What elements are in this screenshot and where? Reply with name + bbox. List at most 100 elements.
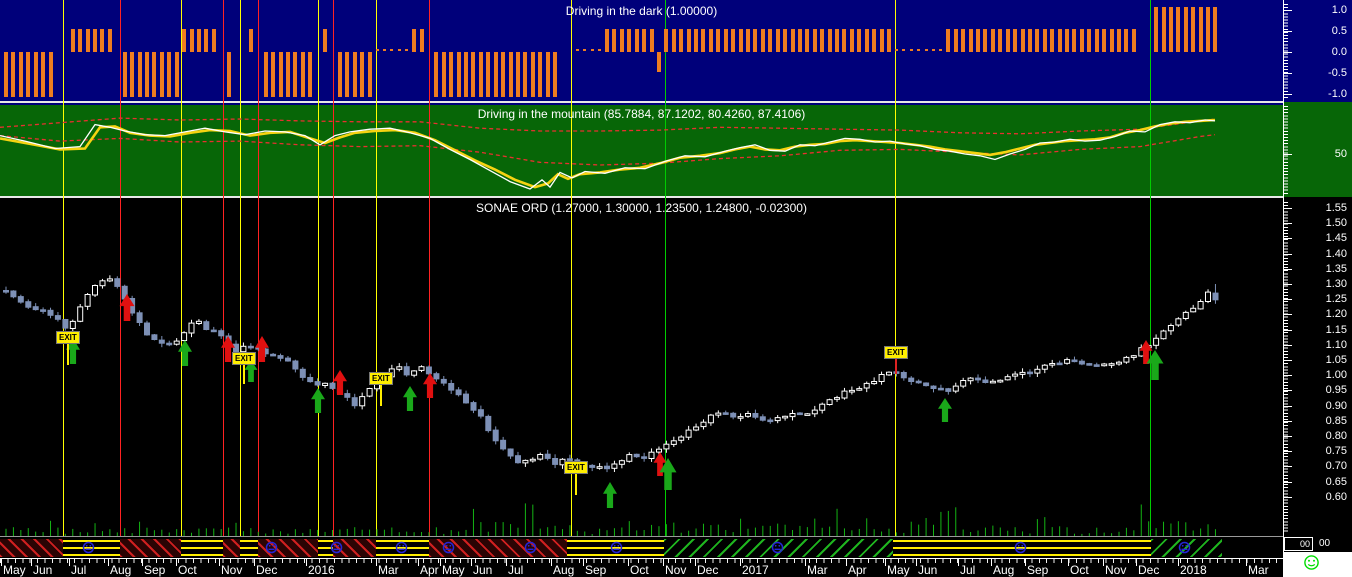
axis-major-tick: [1283, 238, 1292, 239]
candle-body: [17, 296, 24, 303]
candle-body: [62, 319, 69, 329]
axis-tick-label: 1.50: [1325, 217, 1347, 229]
candle-body: [529, 458, 536, 462]
histogram-bar: [679, 29, 684, 52]
month-label: May: [442, 563, 465, 577]
histogram-bar: [204, 29, 209, 52]
histogram-bar: [998, 29, 1003, 52]
histogram-bar: [790, 29, 795, 52]
histogram-bar: [360, 52, 365, 97]
axis-tick-label: 1.55: [1325, 202, 1347, 214]
candle-body: [158, 339, 165, 344]
candle-body: [344, 393, 351, 398]
candle-body: [1108, 363, 1115, 366]
candle-body: [871, 381, 878, 385]
timeline-axis[interactable]: May Jun Jul Aug Sep Oct Nov Dec 2016 Mar Apr May Jun…: [0, 558, 1283, 577]
candle-body: [69, 320, 76, 330]
candle-body: [195, 320, 202, 325]
candle-body: [1205, 291, 1211, 302]
month-label: May: [3, 563, 26, 577]
month-label: Jul: [71, 563, 87, 577]
candle-body: [1167, 325, 1174, 332]
zero-dot: [939, 49, 943, 51]
axis-tick-label: 1.25: [1325, 293, 1347, 305]
axis-major-tick: [1283, 406, 1292, 407]
histogram-bar: [1057, 29, 1062, 52]
month-boundary-tick: [583, 559, 584, 566]
zero-dot: [917, 49, 921, 51]
face-icon: [1014, 541, 1027, 559]
axis-tick-label: 1.20: [1325, 308, 1347, 320]
candle-body: [722, 412, 729, 415]
axis-tick-label: 0.75: [1325, 445, 1347, 457]
histogram-bar: [93, 29, 98, 52]
candle-body: [1197, 301, 1204, 310]
histogram-bar: [523, 52, 528, 97]
histogram-bar: [196, 29, 201, 52]
month-boundary-tick: [551, 559, 552, 566]
candle-body: [92, 285, 98, 296]
histogram-bar: [412, 29, 417, 52]
zero-dot: [375, 49, 379, 51]
candle-body: [626, 454, 633, 462]
histogram-bar: [1191, 7, 1196, 52]
candle-body: [411, 370, 418, 376]
buy-arrow: [603, 482, 617, 508]
histogram-bar: [1087, 29, 1092, 52]
histogram-bar: [746, 29, 750, 52]
histogram-bar: [501, 52, 506, 97]
candle-body: [47, 309, 54, 316]
axis-tick-label: 1.40: [1325, 248, 1347, 260]
histogram-bar: [441, 52, 446, 97]
axis-tick-label: 50: [1334, 148, 1347, 160]
histogram-bar: [11, 52, 16, 97]
axis-major-tick: [1283, 314, 1292, 315]
candle-body: [307, 377, 314, 383]
candle-body: [396, 366, 403, 370]
histogram-bar: [864, 29, 869, 52]
zero-dot: [932, 49, 935, 51]
candle-body: [848, 389, 855, 393]
histogram-bar: [530, 52, 535, 97]
axis-tick-label: 0.95: [1325, 384, 1347, 396]
buy-arrow: [178, 340, 192, 366]
axis-tick-label: 0.90: [1325, 400, 1347, 412]
candle-body: [470, 402, 477, 411]
face-icon: [395, 541, 408, 559]
histogram-bar: [137, 52, 142, 97]
histogram-bar: [753, 29, 758, 52]
histogram-bar: [367, 52, 372, 97]
axis-major-tick: [1283, 451, 1292, 452]
month-label: Sep: [144, 563, 166, 577]
histogram-bar: [708, 29, 713, 52]
histogram-bar: [738, 29, 743, 52]
month-boundary-tick: [628, 559, 629, 566]
histogram-bar: [248, 29, 253, 52]
month-label: Jun: [918, 563, 938, 577]
month-boundary-tick: [376, 559, 377, 566]
histogram-bar: [41, 52, 46, 97]
histogram-bar: [1198, 7, 1203, 52]
histogram-bar: [48, 52, 53, 97]
zero-dot: [575, 49, 579, 51]
face-icon: [330, 541, 343, 559]
candle-body: [433, 373, 440, 380]
histogram-bar: [486, 52, 491, 97]
candle-body: [834, 397, 840, 400]
candle-body: [515, 455, 521, 464]
candle-body: [1130, 355, 1137, 358]
position-ribbon: [0, 539, 1283, 557]
month-label: Jun: [473, 563, 493, 577]
axis-minor-ticks-top: [1284, 4, 1288, 98]
right-price-axis[interactable]: 1.0 0.5 0.0 -0.5 -1.0 50 1.55 1.50 1.45 1.40 1.35 1…: [1283, 0, 1352, 577]
histogram-bar: [323, 29, 328, 52]
axis-major-tick: [1283, 52, 1292, 53]
histogram-bar: [122, 52, 127, 97]
month-label: Apr: [420, 563, 439, 577]
face-icon: [1178, 541, 1191, 559]
candle-body: [952, 385, 959, 392]
candle-body: [210, 329, 217, 333]
candle-body: [485, 415, 492, 432]
axis-tick-label: 0.0: [1331, 46, 1347, 58]
month-label: Aug: [110, 563, 132, 577]
